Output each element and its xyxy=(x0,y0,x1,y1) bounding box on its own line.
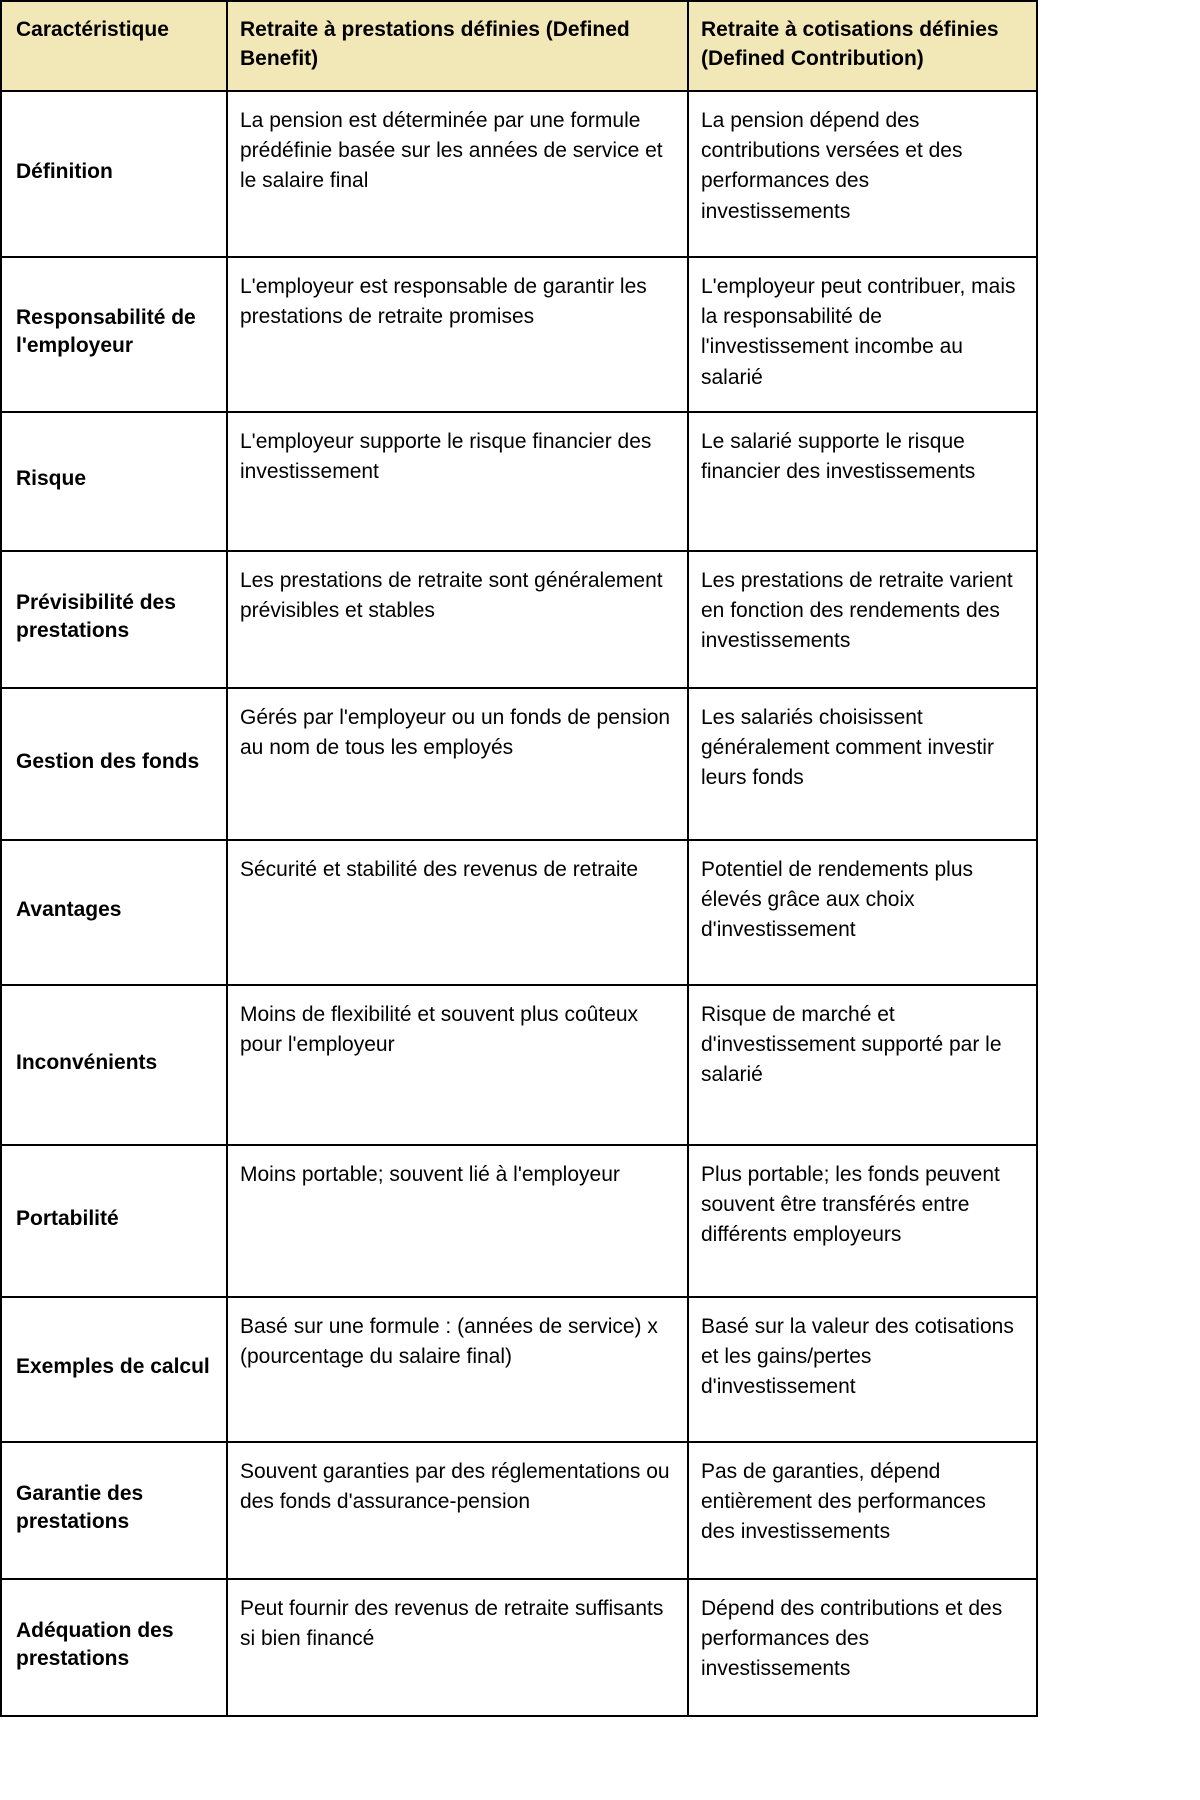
table-row: Prévisibilité des prestations Les presta… xyxy=(0,549,1038,689)
page-root: Caractéristique Retraite à prestations d… xyxy=(0,0,1200,1800)
table-row: Responsabilité de l'employeur L'employeu… xyxy=(0,255,1038,413)
table-row: Inconvénients Moins de flexibilité et so… xyxy=(0,983,1038,1146)
table-header: Caractéristique Retraite à prestations d… xyxy=(0,0,1038,92)
row-defined-benefit-cell: Sécurité et stabilité des revenus de ret… xyxy=(226,838,689,986)
row-defined-benefit-cell: La pension est déterminée par une formul… xyxy=(226,89,689,258)
table-row: Portabilité Moins portable; souvent lié … xyxy=(0,1143,1038,1298)
row-feature-label: Garantie des prestations xyxy=(0,1440,228,1580)
column-header-defined-benefit: Retraite à prestations définies (Defined… xyxy=(226,0,689,92)
row-feature-label: Prévisibilité des prestations xyxy=(0,549,228,689)
row-defined-contribution-cell: Le salarié supporte le risque financier … xyxy=(687,410,1038,552)
row-defined-contribution-cell: Plus portable; les fonds peuvent souvent… xyxy=(687,1143,1038,1298)
row-feature-label: Risque xyxy=(0,410,228,552)
row-defined-contribution-cell: Pas de garanties, dépend entièrement des… xyxy=(687,1440,1038,1580)
row-defined-benefit-cell: Moins portable; souvent lié à l'employeu… xyxy=(226,1143,689,1298)
pension-comparison-table: Caractéristique Retraite à prestations d… xyxy=(0,0,1038,1717)
row-defined-benefit-cell: Basé sur une formule : (années de servic… xyxy=(226,1295,689,1443)
row-feature-label: Responsabilité de l'employeur xyxy=(0,255,228,413)
row-defined-contribution-cell: Potentiel de rendements plus élevés grâc… xyxy=(687,838,1038,986)
row-defined-benefit-cell: L'employeur supporte le risque financier… xyxy=(226,410,689,552)
header-row: Caractéristique Retraite à prestations d… xyxy=(0,0,1038,92)
row-feature-label: Gestion des fonds xyxy=(0,686,228,841)
row-defined-contribution-cell: Dépend des contributions et des performa… xyxy=(687,1577,1038,1717)
row-feature-label: Définition xyxy=(0,89,228,258)
row-defined-contribution-cell: Les salariés choisissent généralement co… xyxy=(687,686,1038,841)
row-defined-benefit-cell: Peut fournir des revenus de retraite suf… xyxy=(226,1577,689,1717)
row-defined-contribution-cell: Risque de marché et d'investissement sup… xyxy=(687,983,1038,1146)
column-header-defined-contribution: Retraite à cotisations définies (Defined… xyxy=(687,0,1038,92)
row-defined-benefit-cell: Souvent garanties par des réglementation… xyxy=(226,1440,689,1580)
table-row: Risque L'employeur supporte le risque fi… xyxy=(0,410,1038,552)
row-defined-contribution-cell: Les prestations de retraite varient en f… xyxy=(687,549,1038,689)
row-defined-contribution-cell: L'employeur peut contribuer, mais la res… xyxy=(687,255,1038,413)
table-row: Définition La pension est déterminée par… xyxy=(0,89,1038,258)
row-feature-label: Inconvénients xyxy=(0,983,228,1146)
table-row: Gestion des fonds Gérés par l'employeur … xyxy=(0,686,1038,841)
table-row: Adéquation des prestations Peut fournir … xyxy=(0,1577,1038,1717)
row-defined-contribution-cell: Basé sur la valeur des cotisations et le… xyxy=(687,1295,1038,1443)
row-defined-benefit-cell: Gérés par l'employeur ou un fonds de pen… xyxy=(226,686,689,841)
row-defined-benefit-cell: Moins de flexibilité et souvent plus coû… xyxy=(226,983,689,1146)
row-defined-contribution-cell: La pension dépend des contributions vers… xyxy=(687,89,1038,258)
table-row: Avantages Sécurité et stabilité des reve… xyxy=(0,838,1038,986)
row-feature-label: Adéquation des prestations xyxy=(0,1577,228,1717)
column-header-caracteristique: Caractéristique xyxy=(0,0,228,92)
row-feature-label: Exemples de calcul xyxy=(0,1295,228,1443)
row-defined-benefit-cell: Les prestations de retraite sont général… xyxy=(226,549,689,689)
row-feature-label: Portabilité xyxy=(0,1143,228,1298)
table-row: Garantie des prestations Souvent garanti… xyxy=(0,1440,1038,1580)
row-defined-benefit-cell: L'employeur est responsable de garantir … xyxy=(226,255,689,413)
row-feature-label: Avantages xyxy=(0,838,228,986)
table-body: Définition La pension est déterminée par… xyxy=(0,89,1038,1717)
table-row: Exemples de calcul Basé sur une formule … xyxy=(0,1295,1038,1443)
